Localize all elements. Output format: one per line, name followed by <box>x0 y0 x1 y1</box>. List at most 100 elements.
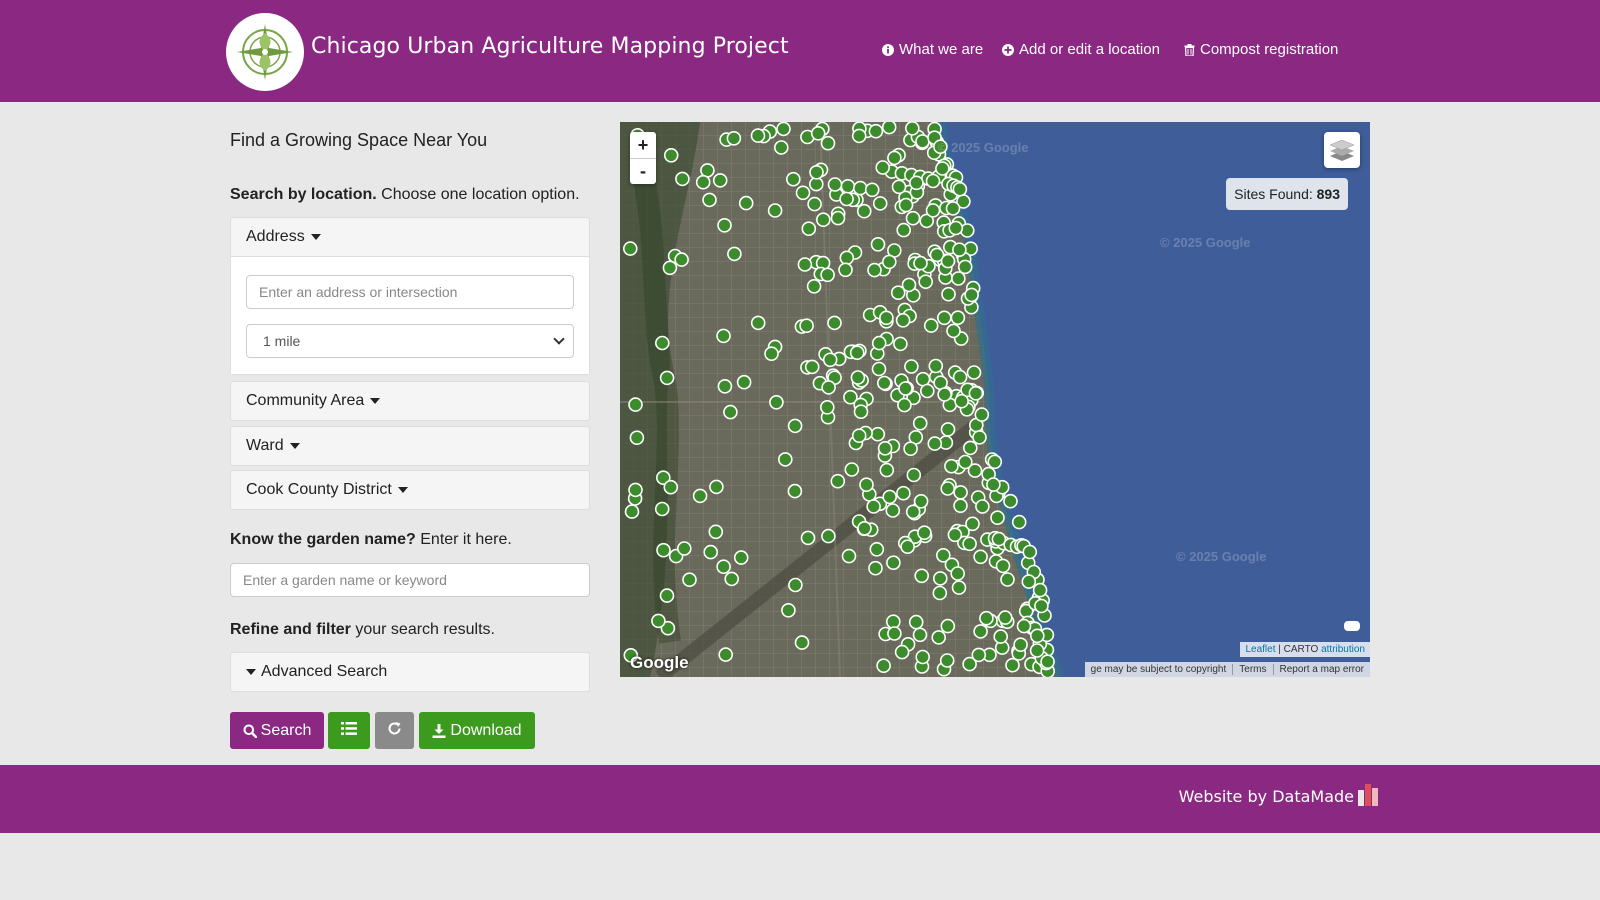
garden-marker[interactable] <box>659 370 675 386</box>
garden-marker[interactable] <box>774 140 789 155</box>
garden-marker[interactable] <box>941 286 956 302</box>
garden-marker[interactable] <box>716 328 731 344</box>
layers-icon[interactable] <box>1324 132 1360 168</box>
address-input[interactable] <box>246 275 574 309</box>
garden-marker[interactable] <box>952 242 967 257</box>
site-title[interactable]: Chicago Urban Agriculture Mapping Projec… <box>311 34 789 59</box>
garden-marker[interactable] <box>1005 657 1020 673</box>
garden-marker[interactable] <box>995 558 1011 574</box>
garden-marker[interactable] <box>953 485 968 500</box>
garden-marker[interactable] <box>659 588 675 603</box>
garden-marker[interactable] <box>928 358 944 374</box>
address-accordion-header[interactable]: Address <box>231 218 589 256</box>
garden-marker[interactable] <box>913 493 929 509</box>
garden-marker[interactable] <box>799 318 814 333</box>
garden-marker[interactable] <box>871 361 887 377</box>
garden-marker[interactable] <box>962 536 977 552</box>
nav-add-edit-location[interactable]: Add or edit a location <box>1002 41 1160 58</box>
zoom-in-button[interactable]: + <box>630 132 656 158</box>
garden-marker[interactable] <box>932 571 948 586</box>
garden-marker[interactable] <box>932 585 948 601</box>
garden-marker[interactable] <box>940 422 956 437</box>
garden-marker[interactable] <box>859 477 874 493</box>
garden-marker[interactable] <box>853 180 868 196</box>
garden-marker[interactable] <box>887 626 902 641</box>
garden-marker[interactable] <box>866 499 881 514</box>
garden-marker[interactable] <box>1013 637 1028 653</box>
garden-marker[interactable] <box>838 262 853 278</box>
garden-marker[interactable] <box>971 647 987 663</box>
garden-marker[interactable] <box>957 259 973 275</box>
garden-marker[interactable] <box>875 160 891 175</box>
garden-marker[interactable] <box>776 122 791 137</box>
garden-marker[interactable] <box>918 274 934 289</box>
garden-marker[interactable] <box>979 610 994 626</box>
garden-marker[interactable] <box>864 182 880 198</box>
radius-select[interactable]: 1 mile <box>246 324 574 358</box>
garden-marker[interactable] <box>810 126 826 141</box>
garden-marker[interactable] <box>927 436 943 451</box>
garden-marker[interactable] <box>870 426 886 442</box>
garden-marker[interactable] <box>787 483 803 499</box>
garden-marker[interactable] <box>692 488 708 504</box>
garden-marker[interactable] <box>769 394 784 410</box>
garden-marker[interactable] <box>804 359 820 375</box>
garden-marker[interactable] <box>851 428 867 444</box>
nav-compost-registration[interactable]: Compost registration <box>1184 41 1338 58</box>
garden-marker[interactable] <box>951 271 966 286</box>
garden-marker[interactable] <box>975 499 990 514</box>
download-button[interactable]: Download <box>419 712 535 749</box>
garden-marker[interactable] <box>651 613 666 629</box>
garden-marker[interactable] <box>877 440 893 456</box>
garden-marker[interactable] <box>908 614 924 630</box>
garden-marker[interactable] <box>879 462 895 478</box>
garden-marker[interactable] <box>795 185 811 201</box>
garden-marker[interactable] <box>682 572 697 588</box>
garden-marker[interactable] <box>1022 544 1038 560</box>
garden-marker[interactable] <box>986 477 1001 492</box>
garden-marker[interactable] <box>830 473 846 489</box>
garden-marker[interactable] <box>962 440 978 456</box>
garden-marker[interactable] <box>857 520 872 536</box>
garden-marker[interactable] <box>912 627 928 643</box>
garden-marker[interactable] <box>868 560 883 576</box>
garden-marker[interactable] <box>974 407 990 422</box>
garden-marker[interactable] <box>677 541 692 556</box>
garden-marker[interactable] <box>879 310 894 326</box>
garden-marker[interactable] <box>925 173 941 189</box>
garden-marker[interactable] <box>820 267 835 283</box>
garden-marker[interactable] <box>948 220 964 236</box>
garden-marker[interactable] <box>940 253 956 269</box>
garden-marker[interactable] <box>898 197 914 213</box>
garden-marker[interactable] <box>718 647 733 662</box>
ward-accordion-header[interactable]: Ward <box>231 427 589 465</box>
garden-marker[interactable] <box>885 503 901 518</box>
garden-marker[interactable] <box>964 287 979 303</box>
report-map-error-link[interactable]: Report a map error <box>1272 664 1370 675</box>
garden-marker[interactable] <box>703 544 718 560</box>
garden-marker[interactable] <box>871 335 887 351</box>
garden-marker[interactable] <box>1000 572 1015 587</box>
garden-marker[interactable] <box>993 629 1009 644</box>
garden-marker[interactable] <box>896 485 911 501</box>
cook-county-district-accordion-header[interactable]: Cook County District <box>231 471 589 509</box>
site-map[interactable]: © 2025 Google © 2025 Google © 2025 Googl… <box>620 122 1370 677</box>
garden-marker[interactable] <box>820 399 835 415</box>
nav-what-we-are[interactable]: What we are <box>882 41 983 58</box>
garden-marker[interactable] <box>1040 654 1055 670</box>
garden-marker[interactable] <box>870 237 886 252</box>
search-button[interactable]: Search <box>230 712 324 749</box>
garden-marker[interactable] <box>695 174 711 190</box>
garden-marker[interactable] <box>767 203 783 218</box>
garden-marker[interactable] <box>931 630 947 645</box>
garden-marker[interactable] <box>1021 574 1037 589</box>
garden-marker[interactable] <box>778 452 793 467</box>
garden-marker[interactable] <box>839 191 854 207</box>
garden-marker[interactable] <box>628 482 643 498</box>
garden-marker[interactable] <box>830 210 846 226</box>
garden-marker[interactable] <box>968 385 984 401</box>
garden-marker[interactable] <box>674 252 689 267</box>
garden-marker[interactable] <box>991 531 1007 547</box>
garden-marker[interactable] <box>623 241 638 256</box>
garden-marker[interactable] <box>716 559 731 575</box>
